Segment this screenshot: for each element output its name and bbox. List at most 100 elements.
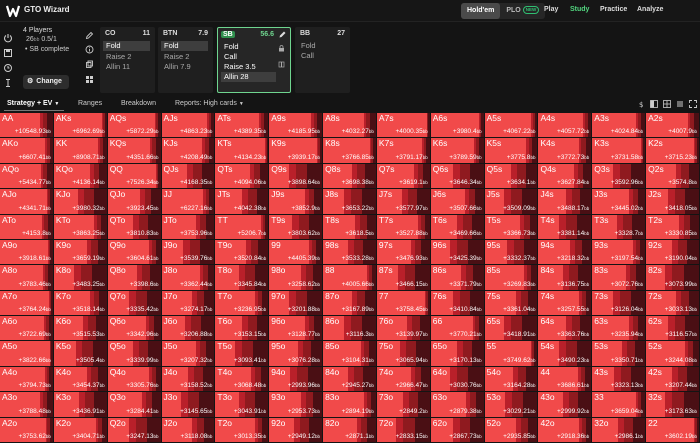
hand-cell[interactable]: K9o +3659.19bb xyxy=(53,239,107,265)
hand-cell[interactable]: K8s +3766.85bb xyxy=(323,138,376,163)
hand-cell[interactable]: 75s +3361.04bb xyxy=(484,290,538,316)
hand-cell[interactable]: A2o +3753.62bb xyxy=(0,417,53,442)
power-icon[interactable] xyxy=(3,33,13,43)
hand-cell[interactable]: A4o +3794.73bb xyxy=(0,366,53,392)
hand-cell[interactable]: A5s +4067.22bb xyxy=(484,113,538,138)
hand-cell[interactable]: 62o +2867.73bb xyxy=(430,417,484,442)
hand-cell[interactable]: 93s +3197.54bb xyxy=(592,239,646,265)
hand-cell[interactable]: JTo +3753.96bb xyxy=(161,214,215,239)
save-icon[interactable] xyxy=(3,48,13,58)
hand-cell[interactable]: ATs +4389.35bb xyxy=(215,113,269,138)
hand-cell[interactable]: K9s +3939.17bb xyxy=(269,138,323,163)
sb-action-raise[interactable]: Raise 3.5 xyxy=(221,62,276,72)
hand-cell[interactable]: 42s +3207.44bb xyxy=(646,366,699,392)
tab-breakdown[interactable]: Breakdown xyxy=(121,100,156,107)
hand-cell[interactable]: 74s +3257.55bb xyxy=(538,290,592,316)
hand-cell[interactable]: 85o +3104.31bb xyxy=(323,341,376,366)
hand-cell[interactable]: 95o +3076.28bb xyxy=(269,341,323,366)
hand-cell[interactable]: 73o +2849.2bb xyxy=(376,392,430,417)
hand-cell[interactable]: AQo +5434.77bb xyxy=(0,163,53,189)
hand-cell[interactable]: T6s +3469.66bb xyxy=(430,214,484,239)
hand-cell[interactable]: 77 +3758.45bb xyxy=(376,290,430,316)
btn-action-fold[interactable]: Fold xyxy=(161,41,208,51)
nav-practice[interactable]: Practice xyxy=(600,6,627,13)
hand-cell[interactable]: Q9o +3604.61bb xyxy=(107,239,161,265)
hand-cell[interactable]: 32s +3173.63bb xyxy=(646,392,699,417)
hand-cell[interactable]: QQ +7526.34bb xyxy=(107,163,161,189)
nav-analyze[interactable]: Analyze xyxy=(637,6,663,13)
hand-cell[interactable]: 98o +3258.62bb xyxy=(269,265,323,290)
hand-cell[interactable]: A8s +4032.27bb xyxy=(323,113,376,138)
hand-cell[interactable]: AJo +4341.71bb xyxy=(0,189,53,214)
hand-cell[interactable]: K2o +3404.71bb xyxy=(53,417,107,442)
hand-cell[interactable]: 65s +3418.91bb xyxy=(484,316,538,341)
hand-cell[interactable]: 87s +3466.15bb xyxy=(376,265,430,290)
hand-cell[interactable]: 43o +2999.92bb xyxy=(538,392,592,417)
co-action-allin[interactable]: Allin 11 xyxy=(103,62,150,72)
hand-cell[interactable]: 75o +3065.94bb xyxy=(376,341,430,366)
nav-study[interactable]: Study xyxy=(570,6,589,13)
hand-cell[interactable]: K6o +3515.53bb xyxy=(53,316,107,341)
position-card-co[interactable]: CO 11 Fold Raise 2 Allin 11 xyxy=(100,27,155,93)
hand-cell[interactable]: 94s +3218.32bb xyxy=(538,239,592,265)
hand-cell[interactable]: KTs +4134.23bb xyxy=(215,138,269,163)
hand-cell[interactable]: T9o +3520.84bb xyxy=(215,239,269,265)
hand-cell[interactable]: 76o +3139.97bb xyxy=(376,316,430,341)
hand-cell[interactable]: Q8o +3398.6bb xyxy=(107,265,161,290)
hand-cell[interactable]: J6o +3206.88bb xyxy=(161,316,215,341)
hand-cell[interactable]: K5o +3505.4bb xyxy=(53,341,107,366)
bb-action-fold[interactable]: Fold xyxy=(298,41,345,51)
hand-cell[interactable]: 32o +2986.1bb xyxy=(592,417,646,442)
hand-cell[interactable]: QJs +4168.35bb xyxy=(161,163,215,189)
tab-ranges[interactable]: Ranges xyxy=(78,100,102,107)
hand-cell[interactable]: 97s +3476.93bb xyxy=(376,239,430,265)
tab-plo[interactable]: PLO NEW xyxy=(500,3,545,19)
hand-cell[interactable]: 97o +3201.88bb xyxy=(269,290,323,316)
hand-cell[interactable]: 92o +2949.12bb xyxy=(269,417,323,442)
hand-cell[interactable]: 65o +3170.13bb xyxy=(430,341,484,366)
edit-icon[interactable] xyxy=(85,31,94,40)
hand-cell[interactable]: T8o +3345.84bb xyxy=(215,265,269,290)
hand-cell[interactable]: 55 +3749.62bb xyxy=(484,341,538,366)
hand-cell[interactable]: KQs +4351.66bb xyxy=(107,138,161,163)
gto-wizard-logo-icon[interactable] xyxy=(6,4,20,18)
hand-cell[interactable]: Q4o +3305.76bb xyxy=(107,366,161,392)
strategy-ev-dropdown[interactable]: Strategy + EV ▼ xyxy=(7,100,59,107)
table-view-icon[interactable] xyxy=(663,100,671,108)
hand-cell[interactable]: 95s +3332.37bb xyxy=(484,239,538,265)
hand-cell[interactable]: 83s +3072.76bb xyxy=(592,265,646,290)
hand-cell[interactable]: Q3o +3284.41bb xyxy=(107,392,161,417)
hand-cell[interactable]: J7o +3274.17bb xyxy=(161,290,215,316)
hand-cell[interactable]: J8s +3653.22bb xyxy=(323,189,376,214)
hand-cell[interactable]: K7o +3518.14bb xyxy=(53,290,107,316)
hand-cell[interactable]: 42o +2918.36bb xyxy=(538,417,592,442)
hand-cell[interactable]: K3o +3436.91bb xyxy=(53,392,107,417)
info-icon[interactable] xyxy=(85,45,94,54)
nav-play[interactable]: Play xyxy=(544,6,558,13)
dollar-icon[interactable]: $ xyxy=(637,100,645,108)
hand-cell[interactable]: A3o +3788.48bb xyxy=(0,392,53,417)
hand-cell[interactable]: J4s +3488.17bb xyxy=(538,189,592,214)
list-view-icon[interactable] xyxy=(676,100,684,108)
hand-cell[interactable]: J5s +3509.09bb xyxy=(484,189,538,214)
hand-cell[interactable]: AQs +5872.29bb xyxy=(107,113,161,138)
hand-cell[interactable]: J2s +3418.05bb xyxy=(646,189,699,214)
btn-action-allin[interactable]: Allin 7.9 xyxy=(161,62,208,72)
hand-cell[interactable]: A8o +3783.46bb xyxy=(0,265,53,290)
hand-cell[interactable]: A9s +4185.95bb xyxy=(269,113,323,138)
hand-cell[interactable]: A6s +3980.4bb xyxy=(430,113,484,138)
hand-cell[interactable]: Q7s +3619.1bb xyxy=(376,163,430,189)
hand-cell[interactable]: 92s +3190.04bb xyxy=(646,239,699,265)
hand-cell[interactable]: K5s +3775.8bb xyxy=(484,138,538,163)
sb-action-allin[interactable]: Allin 28 xyxy=(221,72,276,82)
hand-cell[interactable]: 86o +3116.3bb xyxy=(323,316,376,341)
hand-cell[interactable]: AJs +4863.23bb xyxy=(161,113,215,138)
hand-cell[interactable]: K4o +3454.37bb xyxy=(53,366,107,392)
hand-cell[interactable]: T3o +3043.91bb xyxy=(215,392,269,417)
hand-cell[interactable]: T6o +3153.15bb xyxy=(215,316,269,341)
sb-action-call[interactable]: Call xyxy=(221,52,276,62)
hand-cell[interactable]: J6s +3507.66bb xyxy=(430,189,484,214)
tab-holdem[interactable]: Hold'em xyxy=(461,3,501,19)
hand-cell[interactable]: T5o +3093.41bb xyxy=(215,341,269,366)
hand-cell[interactable]: 87o +3167.89bb xyxy=(323,290,376,316)
